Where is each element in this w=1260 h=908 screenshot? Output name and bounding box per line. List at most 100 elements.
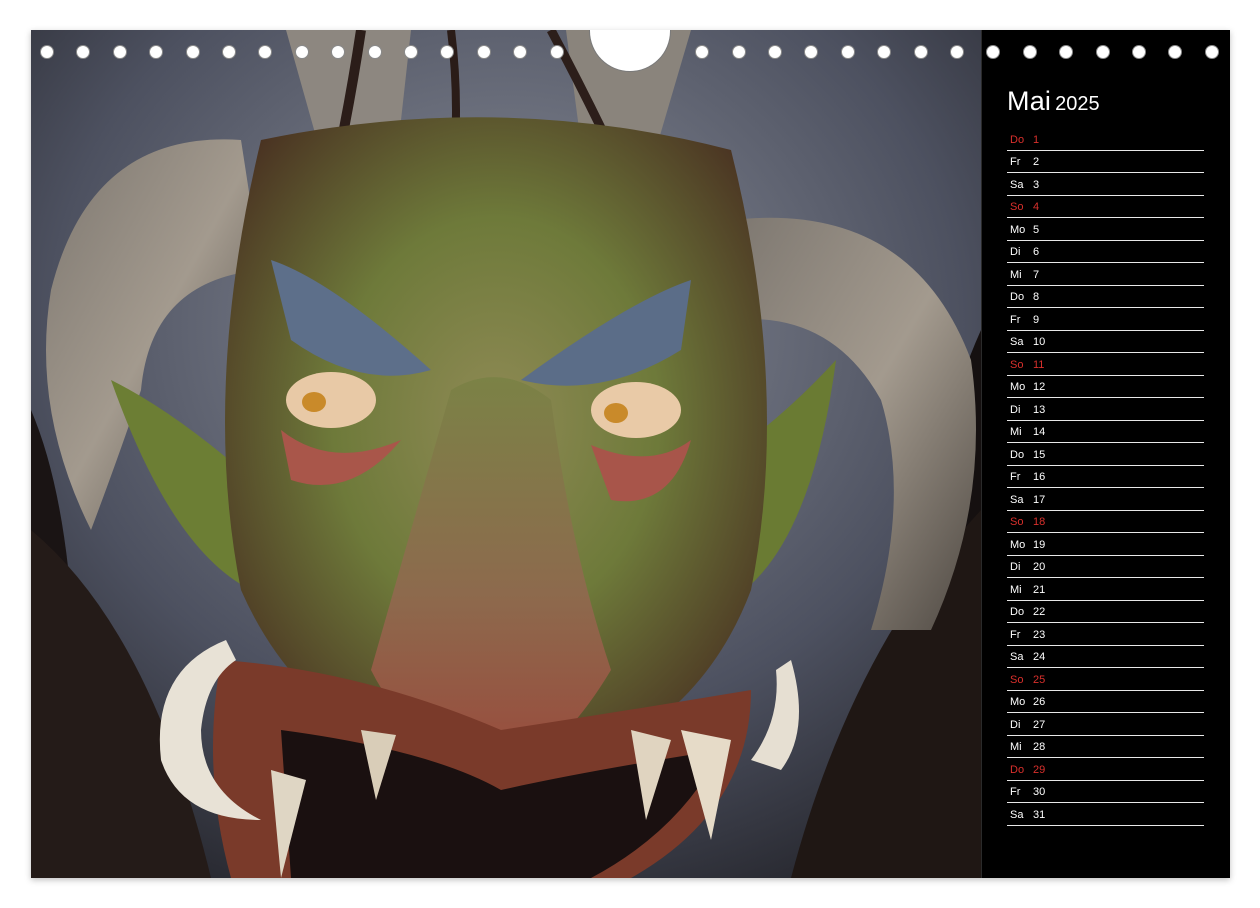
day-row: Do 29 [1007,758,1204,781]
day-row: So 18 [1007,511,1204,533]
day-row: Mo 19 [1007,533,1204,556]
day-row: Sa 17 [1007,488,1204,511]
day-number: 4 [1033,201,1040,213]
day-row: Fr 9 [1007,308,1204,331]
day-number: 27 [1033,718,1046,731]
day-number: 28 [1033,741,1046,753]
day-row: Fr 23 [1007,623,1204,646]
weekday-label: Sa [1010,651,1024,663]
day-number: 30 [1033,786,1046,798]
day-number: 15 [1033,448,1046,461]
weekday-label: Fr [1010,156,1021,168]
day-number: 16 [1033,471,1046,483]
day-row: Do 1 [1007,128,1204,151]
weekday-label: Di [1010,718,1021,731]
weekday-label: So [1010,516,1024,528]
weekday-label: Mi [1010,426,1022,438]
day-row: Di 6 [1007,241,1204,263]
weekday-label: Mo [1010,696,1026,708]
weekday-label: Mo [1010,381,1026,393]
month-title: Mai 2025 [1007,86,1100,117]
day-number: 11 [1033,358,1045,371]
day-row: Fr 2 [1007,151,1204,173]
weekday-label: Sa [1010,336,1024,348]
day-number: 19 [1033,538,1046,551]
day-row: Di 20 [1007,556,1204,578]
day-number: 5 [1033,223,1040,236]
weekday-label: Mi [1010,583,1022,596]
day-row: Sa 10 [1007,331,1204,353]
day-row: Mi 14 [1007,421,1204,443]
day-number: 13 [1033,403,1046,416]
day-number: 3 [1033,178,1040,191]
day-number: 9 [1033,313,1040,326]
krampus-mask-photo [31,30,981,878]
day-number: 2 [1033,156,1040,168]
weekday-label: So [1010,673,1024,686]
weekday-label: Do [1010,133,1025,146]
day-row: Mo 5 [1007,218,1204,241]
weekday-label: Di [1010,561,1021,573]
calendar-sheet: Mai 2025 Do 1 Fr 2 Sa 3 So 4 Mo 5 Di 6 Mi 7 Do 8 Fr 9 Sa 10 S… [31,30,1230,878]
weekday-label: Fr [1010,471,1021,483]
day-number: 29 [1033,763,1046,776]
day-row: So 11 [1007,353,1204,376]
day-number: 1 [1033,133,1040,146]
day-list: Do 1 Fr 2 Sa 3 So 4 Mo 5 Di 6 Mi 7 Do 8 Fr 9 Sa 10 So 11 Mo 12 D… [1007,128,1204,826]
weekday-label: Do [1010,606,1025,618]
day-number: 24 [1033,651,1046,663]
day-row: Do 22 [1007,601,1204,623]
day-row: Di 13 [1007,398,1204,421]
weekday-label: Mi [1010,741,1022,753]
day-number: 21 [1033,583,1046,596]
day-row: Di 27 [1007,713,1204,736]
day-number: 26 [1033,696,1046,708]
weekday-label: Do [1010,291,1025,303]
day-number: 20 [1033,561,1046,573]
weekday-label: So [1010,201,1024,213]
day-row: So 4 [1007,196,1204,218]
month-name: Mai [1007,86,1052,116]
weekday-label: So [1010,358,1024,371]
day-row: Fr 30 [1007,781,1204,803]
weekday-label: Mo [1010,538,1026,551]
day-number: 23 [1033,628,1046,641]
day-number: 10 [1033,336,1046,348]
day-row: Fr 16 [1007,466,1204,488]
weekday-label: Mo [1010,223,1026,236]
day-number: 25 [1033,673,1046,686]
weekday-label: Fr [1010,313,1021,326]
day-row: Do 8 [1007,286,1204,308]
day-row: Sa 3 [1007,173,1204,196]
weekday-label: Di [1010,403,1021,416]
day-number: 22 [1033,606,1046,618]
month-year: 2025 [1055,93,1100,115]
day-number: 31 [1033,808,1046,821]
day-number: 17 [1033,493,1046,506]
weekday-label: Do [1010,448,1025,461]
day-row: Mo 12 [1007,376,1204,398]
day-row: Do 15 [1007,443,1204,466]
weekday-label: Fr [1010,628,1021,641]
day-number: 14 [1033,426,1046,438]
weekday-label: Fr [1010,786,1021,798]
day-row: Sa 24 [1007,646,1204,668]
day-number: 12 [1033,381,1046,393]
calendar-panel: Mai 2025 Do 1 Fr 2 Sa 3 So 4 Mo 5 Di 6 Mi 7 Do 8 Fr 9 Sa 10 S… [982,30,1230,878]
day-row: Mi 21 [1007,578,1204,601]
day-number: 18 [1033,516,1046,528]
day-number: 6 [1033,246,1040,258]
weekday-label: Sa [1010,493,1024,506]
weekday-label: Sa [1010,178,1024,191]
day-row: Mi 28 [1007,736,1204,758]
day-row: Mo 26 [1007,691,1204,713]
weekday-label: Sa [1010,808,1024,821]
day-row: Sa 31 [1007,803,1204,826]
weekday-label: Di [1010,246,1021,258]
weekday-label: Do [1010,763,1025,776]
day-row: So 25 [1007,668,1204,691]
weekday-label: Mi [1010,268,1022,281]
day-number: 8 [1033,291,1040,303]
day-row: Mi 7 [1007,263,1204,286]
day-number: 7 [1033,268,1040,281]
